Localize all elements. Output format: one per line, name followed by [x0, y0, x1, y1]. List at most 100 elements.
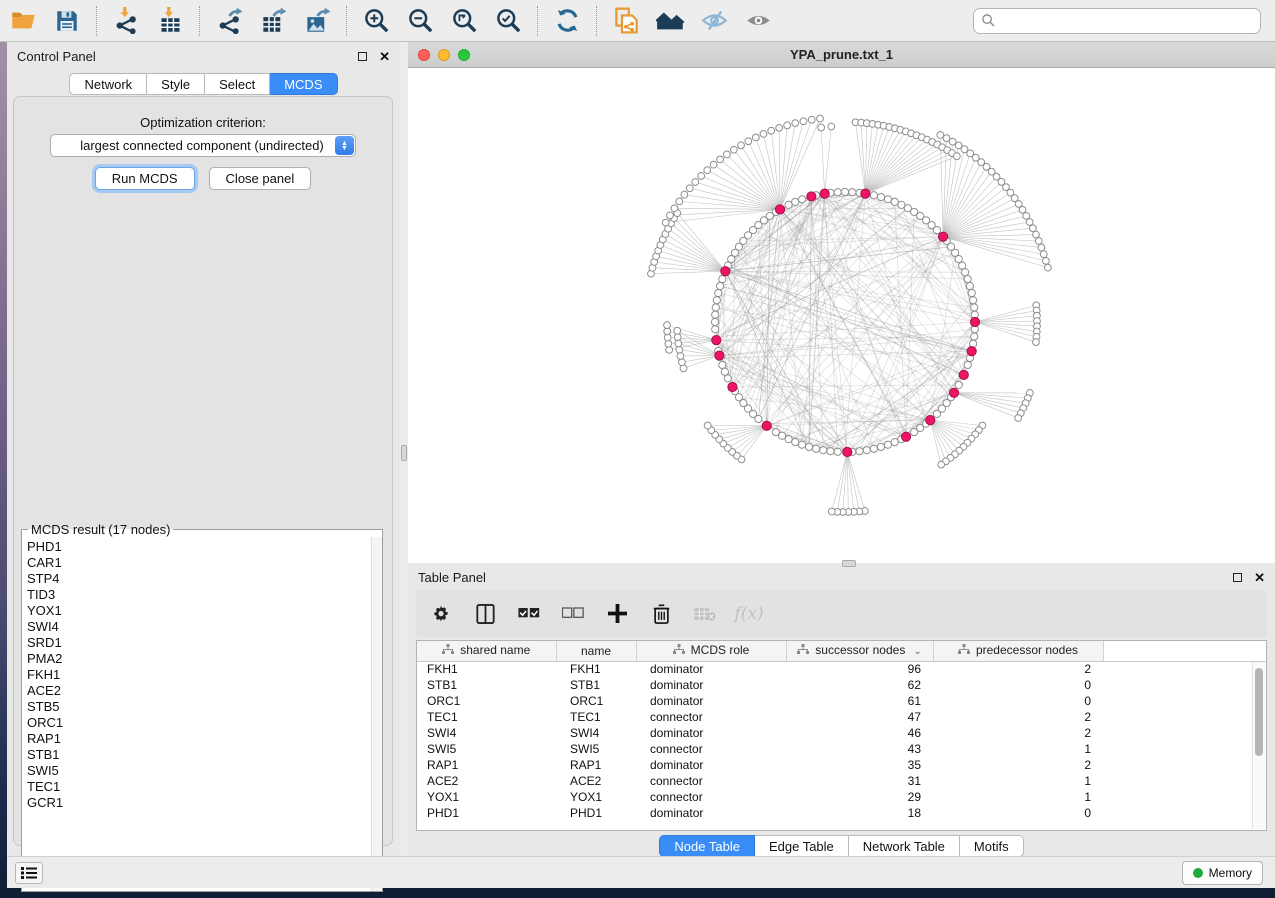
network-canvas[interactable] — [408, 68, 1275, 563]
column-header-mcds-role[interactable]: MCDS role — [636, 641, 786, 661]
table-cell[interactable]: SWI5 — [417, 741, 556, 757]
table-cell[interactable]: 47 — [786, 709, 933, 725]
close-panel-icon[interactable]: ✕ — [1254, 571, 1265, 584]
zoom-fit-button[interactable] — [449, 6, 479, 36]
table-cell[interactable]: RAP1 — [556, 757, 636, 773]
search-field[interactable] — [973, 8, 1261, 34]
tab-node-table[interactable]: Node Table — [659, 835, 755, 857]
tab-mcds[interactable]: MCDS — [270, 73, 337, 95]
table-scrollbar[interactable] — [1252, 662, 1265, 829]
table-cell[interactable]: TEC1 — [417, 709, 556, 725]
table-scrollbar-thumb[interactable] — [1255, 668, 1263, 756]
table-cell[interactable]: 46 — [786, 725, 933, 741]
table-cell[interactable]: 96 — [786, 661, 933, 677]
table-cell[interactable]: connector — [636, 773, 786, 789]
table-cell[interactable]: ORC1 — [417, 693, 556, 709]
tab-network[interactable]: Network — [69, 73, 147, 95]
mcds-result-item[interactable]: TID3 — [27, 587, 382, 603]
table-cell[interactable]: TEC1 — [556, 709, 636, 725]
float-window-icon[interactable] — [1233, 573, 1242, 582]
column-header-successor-nodes[interactable]: successor nodes⌄ — [786, 641, 933, 661]
table-cell[interactable]: SWI5 — [556, 741, 636, 757]
mcds-list-scrollbar[interactable] — [371, 537, 382, 891]
mcds-result-item[interactable]: TEC1 — [27, 779, 382, 795]
table-cell[interactable]: STB1 — [556, 677, 636, 693]
mcds-result-item[interactable]: PMA2 — [27, 651, 382, 667]
table-row[interactable]: ACE2ACE2connector311 — [417, 773, 1266, 789]
table-cell[interactable]: 61 — [786, 693, 933, 709]
column-header-predecessor-nodes[interactable]: predecessor nodes — [933, 641, 1103, 661]
table-cell[interactable]: dominator — [636, 757, 786, 773]
table-cell[interactable]: 0 — [933, 805, 1103, 821]
memory-button[interactable]: Memory — [1182, 861, 1263, 885]
table-cell[interactable]: dominator — [636, 677, 786, 693]
column-header-name[interactable]: name — [556, 641, 636, 661]
table-cell[interactable]: 62 — [786, 677, 933, 693]
zoom-in-button[interactable] — [361, 6, 391, 36]
table-cell[interactable]: ACE2 — [556, 773, 636, 789]
mcds-result-item[interactable]: RAP1 — [27, 731, 382, 747]
horizontal-splitter-grip[interactable] — [842, 560, 856, 567]
search-input[interactable] — [1001, 13, 1253, 28]
clone-network-button[interactable] — [611, 6, 641, 36]
table-row[interactable]: PHD1PHD1dominator180 — [417, 805, 1266, 821]
table-cell[interactable]: 0 — [933, 693, 1103, 709]
table-cell[interactable]: ORC1 — [556, 693, 636, 709]
mcds-result-item[interactable]: SRD1 — [27, 635, 382, 651]
table-cell[interactable]: connector — [636, 741, 786, 757]
import-table-button[interactable] — [155, 6, 185, 36]
mcds-result-item[interactable]: ORC1 — [27, 715, 382, 731]
mcds-result-item[interactable]: GCR1 — [27, 795, 382, 811]
table-row[interactable]: ORC1ORC1dominator610 — [417, 693, 1266, 709]
mcds-result-item[interactable]: PHD1 — [27, 539, 382, 555]
task-history-button[interactable] — [15, 862, 43, 884]
close-panel-button[interactable]: Close panel — [209, 167, 312, 190]
mcds-result-item[interactable]: FKH1 — [27, 667, 382, 683]
table-cell[interactable]: 18 — [786, 805, 933, 821]
deselect-all-rows-button[interactable] — [562, 603, 584, 625]
table-cell[interactable]: 43 — [786, 741, 933, 757]
run-mcds-button[interactable]: Run MCDS — [95, 167, 195, 190]
mcds-result-item[interactable]: STP4 — [27, 571, 382, 587]
table-cell[interactable]: YOX1 — [417, 789, 556, 805]
close-panel-icon[interactable]: ✕ — [379, 50, 390, 63]
tab-style[interactable]: Style — [147, 73, 205, 95]
zoom-out-button[interactable] — [405, 6, 435, 36]
table-cell[interactable]: FKH1 — [417, 661, 556, 677]
table-cell[interactable]: dominator — [636, 693, 786, 709]
mcds-result-item[interactable]: YOX1 — [27, 603, 382, 619]
export-image-button[interactable] — [302, 6, 332, 36]
table-cell[interactable]: connector — [636, 789, 786, 805]
table-cell[interactable]: 1 — [933, 741, 1103, 757]
tab-motifs[interactable]: Motifs — [960, 835, 1024, 857]
table-row[interactable]: TEC1TEC1connector472 — [417, 709, 1266, 725]
table-cell[interactable]: STB1 — [417, 677, 556, 693]
table-row[interactable]: STB1STB1dominator620 — [417, 677, 1266, 693]
table-row[interactable]: SWI5SWI5connector431 — [417, 741, 1266, 757]
export-network-button[interactable] — [214, 6, 244, 36]
refresh-button[interactable] — [552, 6, 582, 36]
table-cell[interactable]: 2 — [933, 709, 1103, 725]
mcds-result-item[interactable]: STB5 — [27, 699, 382, 715]
mcds-result-list[interactable]: PHD1CAR1STP4TID3YOX1SWI4SRD1PMA2FKH1ACE2… — [22, 537, 382, 891]
table-row[interactable]: YOX1YOX1connector291 — [417, 789, 1266, 805]
table-cell[interactable]: 2 — [933, 757, 1103, 773]
table-row[interactable]: FKH1FKH1dominator962 — [417, 661, 1266, 677]
table-cell[interactable]: ACE2 — [417, 773, 556, 789]
table-cell[interactable]: connector — [636, 709, 786, 725]
table-cell[interactable]: 31 — [786, 773, 933, 789]
birdseye-button[interactable] — [655, 6, 685, 36]
table-cell[interactable]: SWI4 — [556, 725, 636, 741]
column-header-shared-name[interactable]: shared name — [417, 641, 556, 661]
select-all-rows-button[interactable] — [518, 603, 540, 625]
table-cell[interactable]: dominator — [636, 661, 786, 677]
table-cell[interactable]: PHD1 — [556, 805, 636, 821]
show-columns-button[interactable] — [474, 603, 496, 625]
hide-panels-button[interactable] — [699, 6, 729, 36]
import-network-button[interactable] — [111, 6, 141, 36]
table-cell[interactable]: 2 — [933, 725, 1103, 741]
splitter-grip[interactable] — [401, 445, 407, 461]
vertical-splitter[interactable] — [400, 42, 408, 856]
table-cell[interactable]: dominator — [636, 805, 786, 821]
table-cell[interactable]: PHD1 — [417, 805, 556, 821]
